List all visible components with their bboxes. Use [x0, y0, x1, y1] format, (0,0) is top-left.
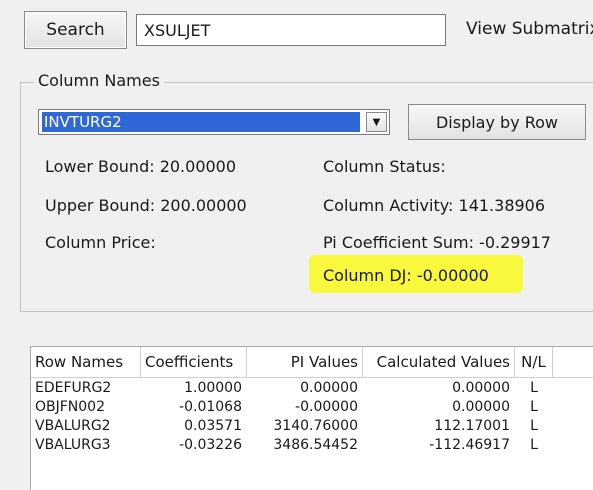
row-coefficients-grid[interactable]: Row Names Coefficients PI Values Calcula… — [30, 346, 593, 490]
display-by-row-button[interactable]: Display by Row — [408, 104, 586, 140]
table-row[interactable]: VBALURG3 -0.03226 3486.54452 -112.46917 … — [31, 436, 593, 455]
toolbar: Search XSULJET View Submatrix — [0, 0, 593, 62]
column-activity: Column Activity: 141.38906 — [323, 196, 546, 215]
column-select[interactable]: INVTURG2 ▼ — [38, 109, 390, 135]
cell-calculated-value: 0.00000 — [452, 380, 510, 396]
cell-calculated-value: 112.17001 — [434, 418, 510, 434]
cell-nl: L — [530, 418, 538, 434]
search-button[interactable]: Search — [24, 11, 127, 49]
cell-row-name: VBALURG2 — [35, 418, 111, 434]
header-calculated-values[interactable]: Calculated Values — [363, 347, 515, 377]
cell-row-name: OBJFN002 — [35, 399, 105, 415]
cell-calculated-value: 0.00000 — [452, 399, 510, 415]
cell-coefficient: -0.01068 — [179, 399, 242, 415]
cell-pi-value: 0.00000 — [300, 380, 358, 396]
header-nl[interactable]: N/L — [515, 347, 553, 377]
cell-nl: L — [530, 399, 538, 415]
view-submatrix-button[interactable]: View Submatrix — [466, 19, 593, 39]
lower-bound: Lower Bound: 20.00000 — [45, 157, 237, 176]
table-row[interactable]: EDEFURG2 1.00000 0.00000 0.00000 L — [31, 379, 593, 398]
column-dj: Column DJ: -0.00000 — [323, 266, 489, 285]
upper-bound: Upper Bound: 200.00000 — [45, 196, 247, 215]
header-row-names[interactable]: Row Names — [31, 347, 141, 377]
cell-nl: L — [530, 437, 538, 453]
cell-nl: L — [530, 380, 538, 396]
column-status: Column Status: — [323, 157, 446, 176]
table-row[interactable]: VBALURG2 0.03571 3140.76000 112.17001 L — [31, 417, 593, 436]
cell-coefficient: 1.00000 — [184, 380, 242, 396]
column-select-value: INVTURG2 — [42, 112, 360, 132]
chevron-down-icon[interactable]: ▼ — [366, 112, 387, 132]
column-names-label: Column Names — [34, 71, 164, 90]
cell-pi-value: 3140.76000 — [273, 418, 358, 434]
header-coefficients[interactable]: Coefficients — [141, 347, 247, 377]
pi-coefficient-sum: Pi Coefficient Sum: -0.29917 — [323, 233, 551, 252]
cell-pi-value: -0.00000 — [295, 399, 358, 415]
cell-coefficient: 0.03571 — [184, 418, 242, 434]
cell-row-name: VBALURG3 — [35, 437, 111, 453]
cell-pi-value: 3486.54452 — [273, 437, 358, 453]
search-input[interactable]: XSULJET — [136, 14, 446, 46]
grid-header: Row Names Coefficients PI Values Calcula… — [31, 347, 593, 378]
cell-calculated-value: -112.46917 — [429, 437, 510, 453]
cell-coefficient: -0.03226 — [179, 437, 242, 453]
header-pi-values[interactable]: PI Values — [247, 347, 363, 377]
column-price: Column Price: — [45, 233, 156, 252]
cell-row-name: EDEFURG2 — [35, 380, 112, 396]
table-row[interactable]: OBJFN002 -0.01068 -0.00000 0.00000 L — [31, 398, 593, 417]
